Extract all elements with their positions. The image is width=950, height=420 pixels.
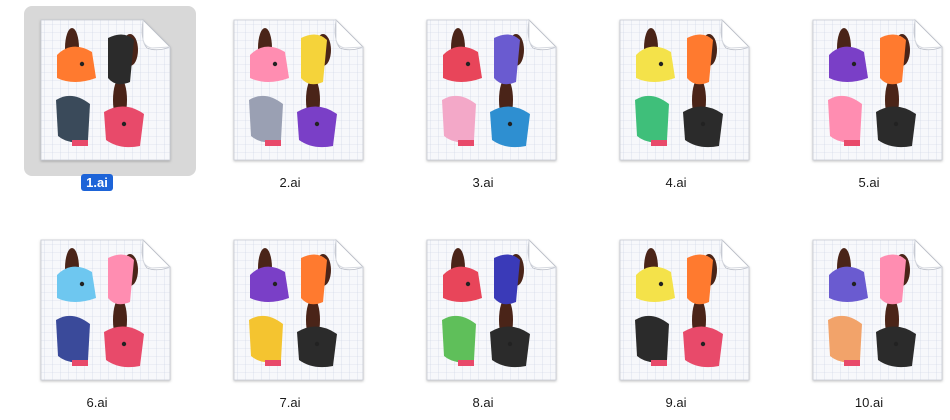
file-name-label[interactable]: 10.ai [784,395,950,410]
ai-file-icon [233,19,364,161]
ai-file-icon [40,19,171,161]
ai-file-icon [812,19,943,161]
file-name-text: 3.ai [472,175,494,190]
file-name-text: 9.ai [665,395,687,410]
ai-file-icon [426,19,557,161]
ai-file-icon [619,19,750,161]
file-name-text: 4.ai [665,175,687,190]
file-item[interactable]: 8.ai [398,220,568,420]
ai-file-icon [426,239,557,381]
file-name-text: 7.ai [279,395,301,410]
file-name-label[interactable]: 6.ai [12,395,182,410]
file-item[interactable]: 6.ai [12,220,182,420]
ai-file-icon [619,239,750,381]
file-name-text: 10.ai [854,395,884,410]
file-item[interactable]: 5.ai [784,0,950,200]
file-item[interactable]: 3.ai [398,0,568,200]
file-name-text: 5.ai [858,175,880,190]
ai-file-icon [40,239,171,381]
file-item[interactable]: 7.ai [205,220,375,420]
file-name-label[interactable]: 4.ai [591,175,761,190]
file-item[interactable]: 9.ai [591,220,761,420]
file-grid: 1.ai 2.ai 3.ai 4.ai 5.ai 6.ai 7.ai 8.ai 9.ai 10.a… [0,0,950,416]
file-name-label[interactable]: 2.ai [205,175,375,190]
file-name-text: 1.ai [81,174,113,191]
file-name-text: 8.ai [472,395,494,410]
file-item[interactable]: 4.ai [591,0,761,200]
file-name-label[interactable]: 1.ai [12,174,182,191]
file-name-label[interactable]: 7.ai [205,395,375,410]
file-item[interactable]: 10.ai [784,220,950,420]
ai-file-icon [812,239,943,381]
file-item[interactable]: 1.ai [12,0,196,200]
file-item[interactable]: 2.ai [205,0,375,200]
file-name-label[interactable]: 9.ai [591,395,761,410]
file-name-text: 2.ai [279,175,301,190]
ai-file-icon [233,239,364,381]
file-name-label[interactable]: 5.ai [784,175,950,190]
file-name-label[interactable]: 3.ai [398,175,568,190]
file-name-label[interactable]: 8.ai [398,395,568,410]
file-name-text: 6.ai [86,395,108,410]
